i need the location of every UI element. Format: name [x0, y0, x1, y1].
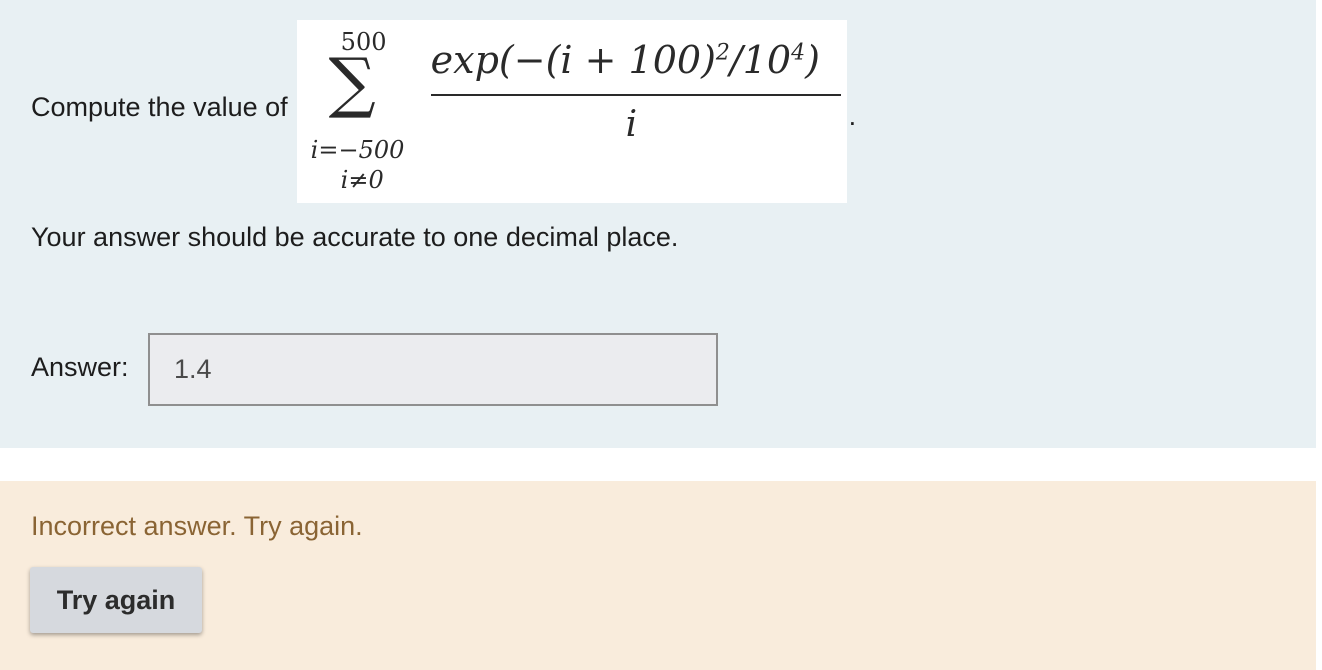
feedback-panel: Incorrect answer. Try again. Try again — [0, 481, 1316, 670]
fraction-bar — [430, 94, 841, 96]
summation-sign: ∑ — [328, 44, 376, 121]
sum-lower-limit: i=−500 — [310, 136, 405, 164]
fraction-numerator: exp(−(i + 100)2/104) — [430, 38, 820, 82]
answer-input[interactable] — [148, 333, 718, 406]
try-again-button[interactable]: Try again — [30, 567, 202, 633]
formula-image: 500 ∑ i=−500 i≠0 exp(−(i + 100)2/104) i — [296, 20, 847, 203]
precision-instruction: Your answer should be accurate to one de… — [31, 222, 679, 252]
feedback-message: Incorrect answer. Try again. — [31, 511, 363, 541]
sentence-period: . — [848, 101, 857, 131]
question-prompt: Compute the value of — [31, 92, 288, 122]
sum-condition: i≠0 — [340, 166, 384, 194]
answer-label: Answer: — [31, 352, 129, 382]
question-prompt-row: Compute the value of 500 ∑ i=−500 i≠0 ex… — [31, 20, 856, 203]
question-panel: Compute the value of 500 ∑ i=−500 i≠0 ex… — [0, 0, 1316, 448]
fraction-denominator: i — [625, 104, 638, 145]
